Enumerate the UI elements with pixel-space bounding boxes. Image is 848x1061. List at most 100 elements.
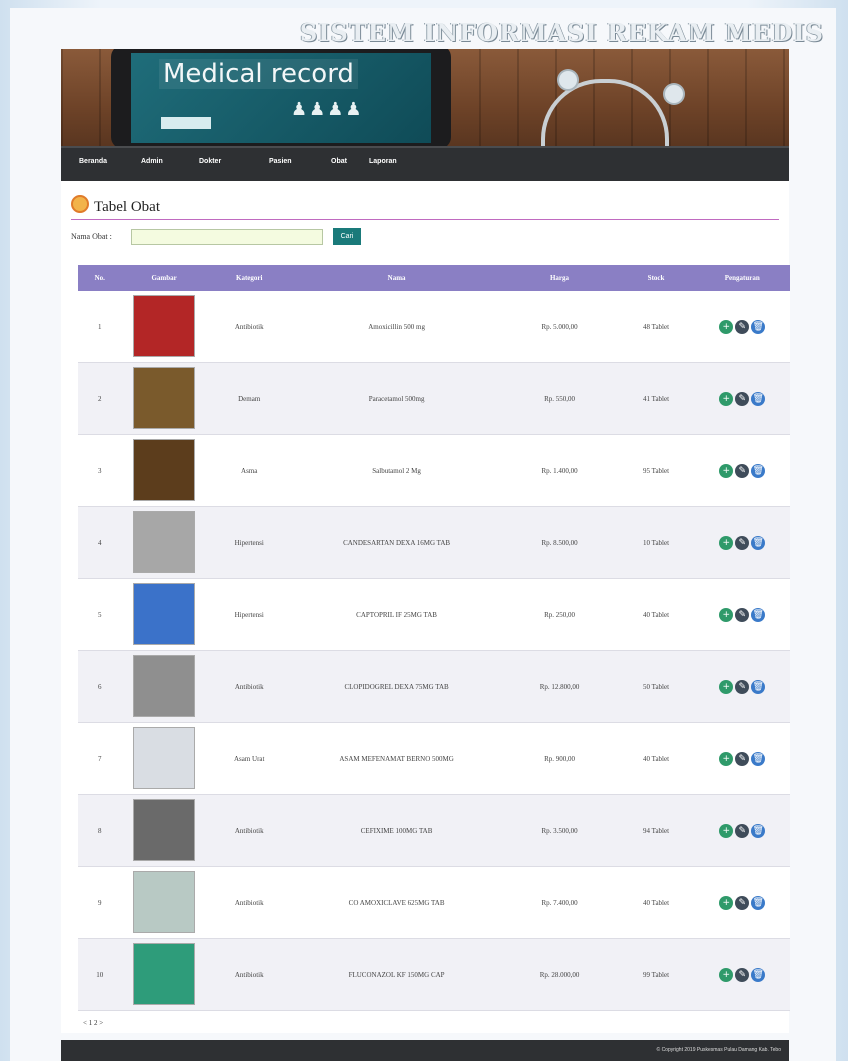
row-number: 1 xyxy=(78,291,122,363)
price-cell: Rp. 12.800,00 xyxy=(501,650,618,723)
edit-icon[interactable]: ✎ xyxy=(735,823,750,838)
stock-cell: 95 Tablet xyxy=(617,434,695,507)
category-cell: Antibiotik xyxy=(206,938,292,1011)
header-banner: Medical record ♟♟♟♟ xyxy=(61,49,789,146)
delete-icon[interactable]: 🗑 xyxy=(751,895,766,910)
edit-icon[interactable]: ✎ xyxy=(735,319,750,334)
row-number: 4 xyxy=(78,506,122,579)
table-row: 6 Antibiotik CLOPIDOGREL DEXA 75MG TAB Rp. … xyxy=(78,650,790,723)
actions-cell: + ✎ 🗑 xyxy=(694,362,790,435)
nav-obat[interactable]: Obat xyxy=(331,158,347,165)
actions-cell: + ✎ 🗑 xyxy=(694,291,790,363)
table-row: 5 Hipertensi CAPTOPRIL IF 25MG TAB Rp. 250,… xyxy=(78,578,790,651)
detail-icon[interactable]: + xyxy=(719,535,734,550)
main-nav: Beranda Admin Dokter Pasien Obat Laporan xyxy=(61,146,789,181)
detail-icon[interactable]: + xyxy=(719,391,734,406)
delete-icon[interactable]: 🗑 xyxy=(751,751,766,766)
header-kategori: Kategori xyxy=(206,265,292,291)
medicine-name-cell: Paracetamol 500mg xyxy=(291,362,502,435)
detail-icon[interactable]: + xyxy=(719,823,734,838)
detail-icon[interactable]: + xyxy=(719,607,734,622)
category-cell: Asam Urat xyxy=(206,722,292,795)
actions-cell: + ✎ 🗑 xyxy=(694,866,790,939)
medicine-thumbnail xyxy=(133,510,196,573)
stock-cell: 40 Tablet xyxy=(617,866,695,939)
search-input[interactable] xyxy=(131,229,323,245)
delete-icon[interactable]: 🗑 xyxy=(751,679,766,694)
people-icon: ♟♟♟♟ xyxy=(291,99,364,120)
header-gambar: Gambar xyxy=(121,265,207,291)
detail-icon[interactable]: + xyxy=(719,895,734,910)
tablet-button-graphic xyxy=(161,117,211,129)
main-content: Tabel Obat Nama Obat : Cari No. Gambar K… xyxy=(61,181,790,1033)
site-title: SISTEM INFORMASI REKAM MEDIS xyxy=(299,18,824,47)
detail-icon[interactable]: + xyxy=(719,463,734,478)
search-label: Nama Obat : xyxy=(71,232,112,241)
detail-icon[interactable]: + xyxy=(719,679,734,694)
actions-cell: + ✎ 🗑 xyxy=(694,650,790,723)
edit-icon[interactable]: ✎ xyxy=(735,607,750,622)
medicine-image xyxy=(121,650,207,723)
edit-icon[interactable]: ✎ xyxy=(735,967,750,982)
delete-icon[interactable]: 🗑 xyxy=(751,607,766,622)
edit-icon[interactable]: ✎ xyxy=(735,751,750,766)
detail-icon[interactable]: + xyxy=(719,967,734,982)
delete-icon[interactable]: 🗑 xyxy=(751,319,766,334)
medicine-image xyxy=(121,434,207,507)
price-cell: Rp. 8.500,00 xyxy=(501,506,618,579)
header-no: No. xyxy=(78,265,122,291)
stock-cell: 94 Tablet xyxy=(617,794,695,867)
price-cell: Rp. 3.500,00 xyxy=(501,794,618,867)
edit-icon[interactable]: ✎ xyxy=(735,679,750,694)
price-cell: Rp. 7.400,00 xyxy=(501,866,618,939)
edit-icon[interactable]: ✎ xyxy=(735,895,750,910)
row-number: 9 xyxy=(78,866,122,939)
page-title-text: Tabel Obat xyxy=(94,199,161,215)
pagination[interactable]: < 1 2 > xyxy=(83,1019,103,1027)
category-cell: Hipertensi xyxy=(206,506,292,579)
table-row: 4 Hipertensi CANDESARTAN DEXA 16MG TAB Rp. … xyxy=(78,506,790,579)
detail-icon[interactable]: + xyxy=(719,319,734,334)
category-cell: Hipertensi xyxy=(206,578,292,651)
delete-icon[interactable]: 🗑 xyxy=(751,463,766,478)
medicine-name-cell: CO AMOXICLAVE 625MG TAB xyxy=(291,866,502,939)
category-cell: Demam xyxy=(206,362,292,435)
nav-laporan[interactable]: Laporan xyxy=(369,158,397,165)
header-pengaturan: Pengaturan xyxy=(694,265,790,291)
medicine-thumbnail xyxy=(133,798,196,861)
delete-icon[interactable]: 🗑 xyxy=(751,967,766,982)
table-row: 3 Asma Salbutamol 2 Mg Rp. 1.400,00 95 Table… xyxy=(78,434,790,507)
medicine-name-cell: FLUCONAZOL KF 150MG CAP xyxy=(291,938,502,1011)
actions-cell: + ✎ 🗑 xyxy=(694,722,790,795)
table-row: 8 Antibiotik CEFIXIME 100MG TAB Rp. 3.500,0… xyxy=(78,794,790,867)
medicine-name-cell: Amoxicillin 500 mg xyxy=(291,291,502,363)
edit-icon[interactable]: ✎ xyxy=(735,463,750,478)
category-cell: Antibiotik xyxy=(206,291,292,363)
stock-cell: 40 Tablet xyxy=(617,722,695,795)
delete-icon[interactable]: 🗑 xyxy=(751,823,766,838)
price-cell: Rp. 5.000,00 xyxy=(501,291,618,363)
stock-cell: 10 Tablet xyxy=(617,506,695,579)
stethoscope-graphic xyxy=(541,79,669,146)
search-button[interactable]: Cari xyxy=(333,228,361,245)
medicine-image xyxy=(121,866,207,939)
medicine-image xyxy=(121,938,207,1011)
nav-beranda[interactable]: Beranda xyxy=(79,158,107,165)
stock-cell: 48 Tablet xyxy=(617,291,695,363)
nav-dokter[interactable]: Dokter xyxy=(199,158,221,165)
tablet-image: Medical record ♟♟♟♟ xyxy=(111,49,451,146)
medicine-image xyxy=(121,794,207,867)
delete-icon[interactable]: 🗑 xyxy=(751,391,766,406)
detail-icon[interactable]: + xyxy=(719,751,734,766)
nav-pasien[interactable]: Pasien xyxy=(269,158,292,165)
medicine-image xyxy=(121,506,207,579)
row-number: 7 xyxy=(78,722,122,795)
table-row: 2 Demam Paracetamol 500mg Rp. 550,00 41 Tabl… xyxy=(78,362,790,435)
nav-admin[interactable]: Admin xyxy=(141,158,163,165)
delete-icon[interactable]: 🗑 xyxy=(751,535,766,550)
edit-icon[interactable]: ✎ xyxy=(735,535,750,550)
table-row: 10 Antibiotik FLUCONAZOL KF 150MG CAP Rp. 2… xyxy=(78,938,790,1011)
edit-icon[interactable]: ✎ xyxy=(735,391,750,406)
medicine-image xyxy=(121,578,207,651)
stethoscope-earpiece-left xyxy=(559,71,577,89)
